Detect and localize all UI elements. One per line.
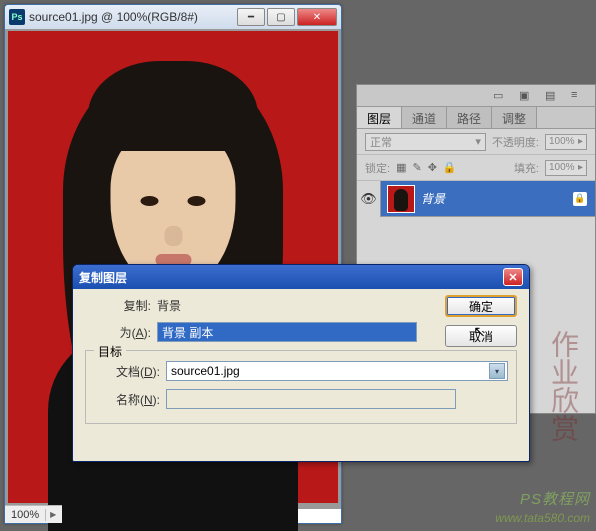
ok-button[interactable]: 确定 [445, 295, 517, 317]
copy-value: 背景 [157, 297, 181, 314]
doc-select[interactable]: source01.jpg ▾ [166, 361, 508, 381]
fill-label: 填充: [514, 160, 539, 176]
dialog-title: 复制图层 [79, 269, 503, 286]
tab-paths[interactable]: 路径 [447, 107, 492, 128]
panel-tool-row: ▭ ▣ ▤ ≡ [357, 85, 595, 107]
as-label: 为(A): [85, 324, 151, 341]
lock-transparent-icon[interactable]: ▦ [396, 161, 406, 174]
copy-label: 复制: [85, 297, 151, 314]
close-button[interactable]: ✕ [297, 8, 337, 26]
tab-channels[interactable]: 通道 [402, 107, 447, 128]
layers-list: 👁 背景 🔒 [357, 181, 595, 217]
minimize-button[interactable]: ━ [237, 8, 265, 26]
layer-name[interactable]: 背景 [421, 190, 445, 207]
panel-icon[interactable]: ▣ [519, 89, 533, 103]
fill-field[interactable]: 100%▸ [545, 160, 587, 176]
as-input[interactable] [157, 322, 417, 342]
blend-mode-select[interactable]: 正常▾ [365, 133, 486, 151]
tab-adjust[interactable]: 调整 [492, 107, 537, 128]
document-titlebar[interactable]: Ps source01.jpg @ 100%(RGB/8#) ━ ▢ ✕ [5, 5, 341, 29]
lock-move-icon[interactable]: ✥ [428, 161, 437, 174]
dialog-close-button[interactable]: ✕ [503, 268, 523, 286]
calligraphy-watermark: 作业欣赏 [542, 330, 582, 442]
layer-visibility-icon[interactable]: 👁 [357, 181, 381, 217]
chevron-down-icon[interactable]: ▾ [489, 363, 505, 379]
watermark-text: PS教程网 [520, 488, 590, 509]
maximize-button[interactable]: ▢ [267, 8, 295, 26]
lock-label: 锁定: [365, 160, 390, 176]
cancel-button[interactable]: 取消 [445, 325, 517, 347]
document-title: source01.jpg @ 100%(RGB/8#) [29, 10, 237, 24]
statusbar-arrow-icon[interactable]: ▶ [50, 510, 56, 519]
lock-brush-icon[interactable]: ✎ [412, 161, 421, 174]
dialog-titlebar[interactable]: 复制图层 ✕ [73, 265, 529, 289]
opacity-label: 不透明度: [492, 134, 539, 150]
doc-label: 文档(D): [94, 363, 160, 380]
name-label: 名称(N): [94, 391, 160, 408]
layer-thumbnail[interactable] [387, 185, 415, 213]
opacity-field[interactable]: 100%▸ [545, 134, 587, 150]
status-bar: 100% ▶ [5, 505, 62, 523]
blend-row: 正常▾ 不透明度: 100%▸ [357, 129, 595, 155]
lock-row: 锁定: ▦ ✎ ✥ 🔒 填充: 100%▸ [357, 155, 595, 181]
target-legend: 目标 [94, 343, 126, 360]
name-input [166, 389, 456, 409]
layer-item[interactable]: 👁 背景 🔒 [357, 181, 595, 217]
panel-icon[interactable]: ▤ [545, 89, 559, 103]
watermark-url: www.tata580.com [495, 511, 590, 525]
duplicate-layer-dialog: 复制图层 ✕ 确定 取消 ↖ 复制: 背景 为(A): 目标 文档(D): so… [72, 264, 530, 462]
zoom-level[interactable]: 100% [11, 509, 46, 521]
tab-layers[interactable]: 图层 [357, 107, 402, 128]
photoshop-icon: Ps [9, 9, 25, 25]
layer-lock-icon[interactable]: 🔒 [573, 192, 587, 206]
panel-menu-icon[interactable]: ≡ [571, 89, 585, 103]
target-fieldset: 目标 文档(D): source01.jpg ▾ 名称(N): [85, 350, 517, 424]
panel-tabs: 图层 通道 路径 调整 [357, 107, 595, 129]
panel-icon[interactable]: ▭ [493, 89, 507, 103]
lock-all-icon[interactable]: 🔒 [443, 161, 457, 174]
